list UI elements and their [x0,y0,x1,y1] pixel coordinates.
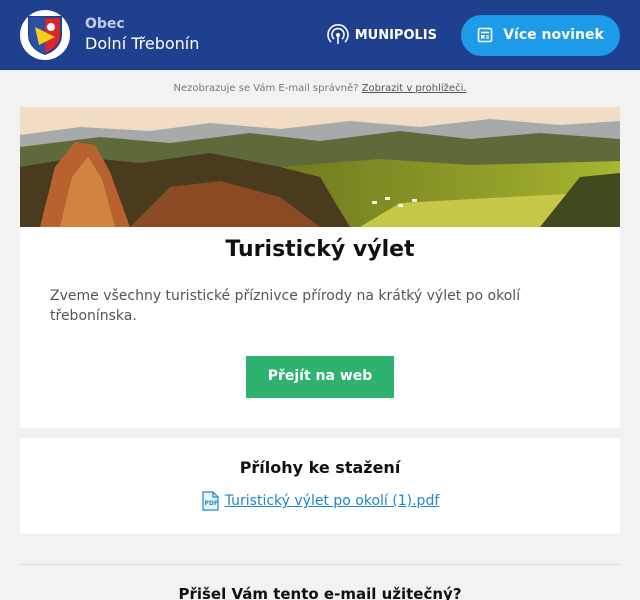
feedback-question: Přišel Vám tento e-mail užitečný? [178,585,462,600]
article-card: Turistický výlet Zveme všechny turistick… [20,107,620,428]
section-divider [20,564,620,565]
town-info: Obec Dolní Třebonín [85,16,199,54]
broadcast-icon [326,24,349,44]
view-in-browser-link[interactable]: Zobrazit v prohlížeči. [362,83,467,94]
notice-text: Nezobrazuje se Vám E-mail správně? [173,83,359,94]
attachments-title: Přílohy ke stažení [239,458,401,477]
attachments-card: Přílohy ke stažení PDF Turistický výlet … [20,438,620,534]
article-body: Zveme všechny turistické příznivce příro… [50,288,521,324]
munipolis-logo[interactable]: MUNIPOLIS [326,24,437,46]
landscape-hero-image [20,107,620,227]
town-name: Dolní Třebonín [85,33,200,53]
more-news-label: Více novinek [503,27,604,43]
view-in-browser-notice: Nezobrazuje se Vám E-mail správně? Zobra… [0,83,640,97]
cta-wrapper: Přejít na web [20,326,620,428]
pdf-icon: PDF [202,491,219,511]
more-news-button[interactable]: Více novinek [461,14,620,56]
town-label: Obec [85,16,125,33]
town-crest-logo [20,10,70,60]
brand-name: MUNIPOLIS [354,27,437,43]
svg-text:PDF: PDF [204,500,217,507]
attachment-link[interactable]: PDF Turistický výlet po okolí (1).pdf [201,491,440,511]
go-to-web-button[interactable]: Přejít na web [245,356,395,398]
article-title: Turistický výlet [225,237,415,262]
header-bar: Obec Dolní Třebonín MUNIPOLIS Více novin… [0,0,640,70]
news-icon [477,27,493,43]
attachment-filename: Turistický výlet po okolí (1).pdf [224,493,440,509]
coat-of-arms-icon [28,16,62,55]
